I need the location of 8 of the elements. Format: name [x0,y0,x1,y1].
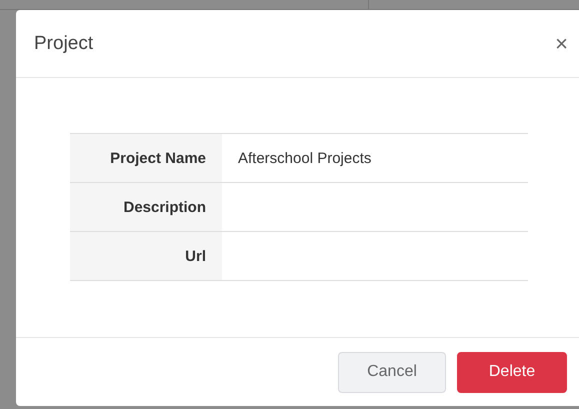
field-label: Description [70,182,222,232]
cancel-button[interactable]: Cancel [338,352,446,392]
field-label: Url [70,232,222,280]
delete-button[interactable]: Delete [457,352,567,392]
field-label: Project Name [70,134,222,182]
close-button[interactable]: × [555,32,568,54]
field-value: Afterschool Projects [222,134,528,182]
dialog-title: Project [34,32,94,54]
